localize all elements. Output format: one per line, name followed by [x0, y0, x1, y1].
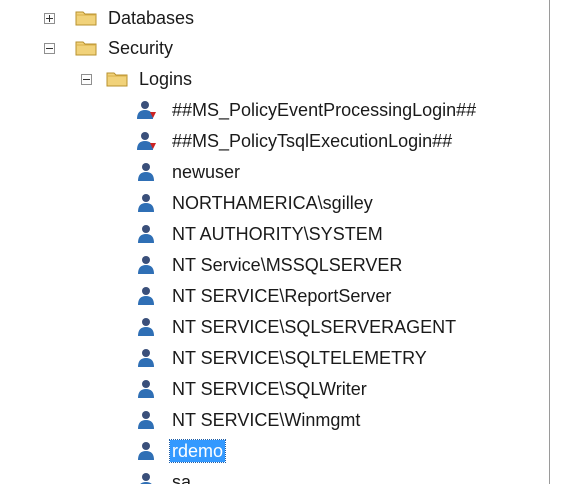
login-label: newuser [172, 162, 241, 182]
login-item-selected[interactable]: rdemo [0, 437, 540, 465]
collapse-logins-button[interactable] [81, 74, 92, 85]
login-icon [138, 442, 154, 460]
tree-node-security[interactable]: Security [0, 34, 300, 62]
login-label: NT AUTHORITY\SYSTEM [172, 224, 383, 244]
collapse-security-button[interactable] [44, 43, 55, 54]
login-icon [138, 194, 154, 212]
login-label: NT SERVICE\SQLWriter [172, 379, 367, 399]
login-icon [140, 473, 152, 484]
login-item[interactable]: NT Service\MSSQLSERVER [0, 251, 540, 279]
login-item[interactable]: NT AUTHORITY\SYSTEM [0, 220, 540, 248]
login-item[interactable]: newuser [0, 158, 540, 186]
tree-node-databases[interactable]: Databases [0, 4, 300, 32]
login-label: sa [172, 472, 192, 484]
login-icon [138, 380, 154, 398]
login-label: NT Service\MSSQLSERVER [172, 255, 403, 275]
login-icon [138, 163, 154, 181]
login-item[interactable]: NT SERVICE\SQLWriter [0, 375, 540, 403]
object-explorer-tree: Databases Security Logins ##MS_PolicyEve… [0, 0, 550, 484]
login-icon [138, 349, 154, 367]
login-item[interactable]: ##MS_PolicyEventProcessingLogin## [0, 96, 540, 124]
login-label: NT SERVICE\SQLSERVERAGENT [172, 317, 457, 337]
login-item[interactable]: NT SERVICE\SQLSERVERAGENT [0, 313, 540, 341]
login-icon [138, 256, 154, 274]
login-label: ##MS_PolicyTsqlExecutionLogin## [172, 131, 453, 151]
login-item[interactable]: NT SERVICE\ReportServer [0, 282, 540, 310]
tree-node-label: Databases [108, 8, 195, 28]
login-disabled-icon [137, 132, 156, 150]
login-item[interactable]: sa [0, 468, 540, 484]
login-icon [138, 411, 154, 429]
login-item[interactable]: NORTHAMERICA\sgilley [0, 189, 540, 217]
login-label: NT SERVICE\Winmgmt [172, 410, 361, 430]
login-item[interactable]: NT SERVICE\Winmgmt [0, 406, 540, 434]
tree-node-logins[interactable]: Logins [0, 65, 300, 93]
login-label: NORTHAMERICA\sgilley [172, 193, 373, 213]
login-label: NT SERVICE\ReportServer [172, 286, 392, 306]
tree-node-label: Security [108, 38, 174, 58]
login-label: ##MS_PolicyEventProcessingLogin## [172, 100, 477, 120]
login-item[interactable]: NT SERVICE\SQLTELEMETRY [0, 344, 540, 372]
login-label: NT SERVICE\SQLTELEMETRY [172, 348, 427, 368]
login-icon [138, 287, 154, 305]
folder-icon [75, 11, 97, 26]
login-icon [138, 318, 154, 336]
login-disabled-icon [137, 101, 156, 119]
expand-databases-button[interactable] [44, 13, 55, 24]
login-label: rdemo [168, 439, 227, 463]
login-icon [138, 225, 154, 243]
folder-icon [75, 41, 97, 56]
login-item[interactable]: ##MS_PolicyTsqlExecutionLogin## [0, 127, 540, 155]
folder-icon [106, 72, 128, 87]
tree-node-label: Logins [139, 69, 193, 89]
